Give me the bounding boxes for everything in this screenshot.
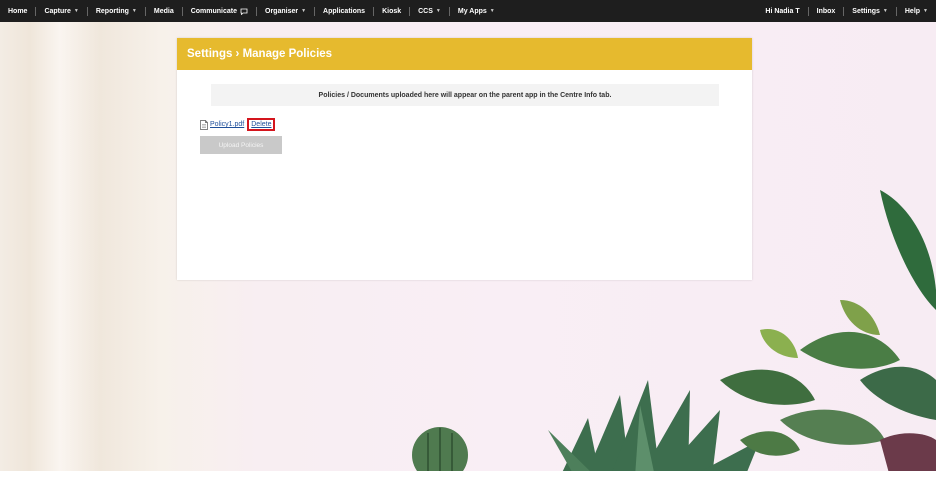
nav-user-greeting[interactable]: Hi Nadia T xyxy=(757,8,807,15)
cactus-image xyxy=(412,427,468,477)
nav-applications[interactable]: Applications xyxy=(315,8,373,15)
nav-capture-label: Capture xyxy=(44,7,71,15)
nav-inbox[interactable]: Inbox xyxy=(809,8,844,15)
chevron-down-icon: ▼ xyxy=(131,8,137,14)
nav-my-apps-label: My Apps xyxy=(457,7,487,15)
nav-communicate[interactable]: Communicate xyxy=(183,8,256,15)
nav-home-label: Home xyxy=(8,7,28,15)
chat-icon xyxy=(240,8,248,15)
nav-organiser[interactable]: Organiser ▼ xyxy=(257,8,314,15)
nav-ccs-label: CCS xyxy=(418,7,433,15)
nav-reporting[interactable]: Reporting ▼ xyxy=(88,8,145,15)
nav-organiser-label: Organiser xyxy=(265,7,299,15)
nav-capture[interactable]: Capture ▼ xyxy=(36,8,86,15)
chevron-down-icon: ▼ xyxy=(301,8,307,14)
manage-policies-card: Settings › Manage Policies Policies / Do… xyxy=(177,38,752,280)
chevron-down-icon: ▼ xyxy=(923,8,928,14)
chevron-down-icon: ▼ xyxy=(489,8,495,14)
nav-media-label: Media xyxy=(153,7,174,15)
succulent-image xyxy=(548,380,760,477)
nav-home[interactable]: Home xyxy=(0,8,35,15)
top-navbar: Home Capture ▼ Reporting ▼ Media Communica… xyxy=(0,0,936,22)
upload-policies-button[interactable]: Upload Policies xyxy=(200,136,282,154)
leafy-plant-image xyxy=(720,190,936,477)
nav-user-greeting-label: Hi Nadia T xyxy=(765,7,800,15)
nav-right-group: Hi Nadia T Inbox Settings ▼ Help ▼ xyxy=(757,6,936,16)
chevron-down-icon: ▼ xyxy=(435,8,441,14)
nav-kiosk-label: Kiosk xyxy=(382,7,402,15)
nav-reporting-label: Reporting xyxy=(95,7,129,15)
nav-help[interactable]: Help ▼ xyxy=(897,8,936,15)
policy-file-link[interactable]: Policy1.pdf xyxy=(210,121,244,128)
nav-settings[interactable]: Settings ▼ xyxy=(844,8,896,15)
nav-settings-label: Settings xyxy=(852,7,880,15)
info-banner: Policies / Documents uploaded here will … xyxy=(211,84,719,106)
policy-file-row: Policy1.pdf Delete xyxy=(200,118,276,131)
page-title: Settings › Manage Policies xyxy=(177,38,752,70)
delete-link[interactable]: Delete xyxy=(247,118,276,131)
document-icon xyxy=(200,119,208,130)
nav-inbox-label: Inbox xyxy=(816,7,836,15)
nav-ccs[interactable]: CCS ▼ xyxy=(410,8,449,15)
chevron-down-icon: ▼ xyxy=(73,8,79,14)
nav-my-apps[interactable]: My Apps ▼ xyxy=(450,8,503,15)
nav-media[interactable]: Media xyxy=(146,8,182,15)
nav-communicate-label: Communicate xyxy=(190,7,238,15)
nav-help-label: Help xyxy=(904,7,921,15)
nav-kiosk[interactable]: Kiosk xyxy=(374,8,409,15)
nav-applications-label: Applications xyxy=(323,7,366,15)
chevron-down-icon: ▼ xyxy=(882,8,888,14)
